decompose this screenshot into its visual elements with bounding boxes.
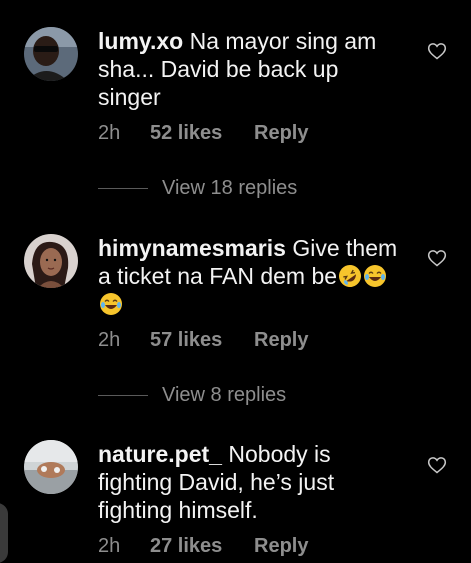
comment-meta: 2h 52 likes Reply <box>98 121 308 145</box>
comment-text-line: fighting David, he’s just <box>98 469 335 495</box>
comment-time: 2h <box>98 329 121 351</box>
face-with-tears-of-joy-emoji <box>364 265 387 287</box>
comment-username[interactable]: himynamesmaris <box>98 235 286 261</box>
view-replies-label: View 8 replies <box>162 384 287 406</box>
avatar[interactable] <box>24 27 78 81</box>
comment-meta: 2h 27 likes Reply <box>98 534 308 558</box>
comment-text-line: Na mayor sing am <box>189 28 377 54</box>
comment-time: 2h <box>98 122 121 144</box>
like-heart-icon[interactable] <box>427 41 447 61</box>
avatar[interactable] <box>24 234 78 288</box>
like-heart-icon[interactable] <box>427 248 447 268</box>
comment-text: lumy.xo Na mayor sing am sha... David be… <box>98 27 398 111</box>
comment-text-line: fighting himself. <box>98 497 258 523</box>
comment-text-line: Nobody is <box>228 441 331 467</box>
comment-likes[interactable]: 52 likes <box>150 121 254 145</box>
comment-text: nature.pet_ Nobody is fighting David, he… <box>98 440 398 524</box>
reply-button[interactable]: Reply <box>254 534 308 558</box>
reply-button[interactable]: Reply <box>254 328 308 352</box>
comment-text-line: sha... David be back up <box>98 56 339 82</box>
comment-text-line: Give them <box>292 235 398 261</box>
comment-text: himynamesmaris Give them a ticket na FAN… <box>98 234 398 318</box>
comment-likes[interactable]: 57 likes <box>150 328 254 352</box>
view-replies-button[interactable]: View 8 replies <box>98 383 286 407</box>
scroll-handle[interactable] <box>0 503 8 563</box>
replies-divider <box>98 395 148 397</box>
reply-button[interactable]: Reply <box>254 121 308 145</box>
comment-text-line: a ticket na FAN dem be <box>98 263 338 289</box>
comment-meta: 2h 57 likes Reply <box>98 328 308 352</box>
comment-text-line: singer <box>98 84 161 110</box>
view-replies-button[interactable]: View 18 replies <box>98 176 297 200</box>
like-heart-icon[interactable] <box>427 455 447 475</box>
rolling-on-floor-laughing-emoji <box>339 265 362 287</box>
replies-divider <box>98 188 148 190</box>
comment-likes[interactable]: 27 likes <box>150 534 254 558</box>
avatar[interactable] <box>24 440 78 494</box>
view-replies-label: View 18 replies <box>162 177 298 199</box>
comment-time: 2h <box>98 535 121 557</box>
comment-username[interactable]: nature.pet_ <box>98 441 222 467</box>
face-with-tears-of-joy-emoji <box>100 293 122 315</box>
comment-username[interactable]: lumy.xo <box>98 28 183 54</box>
